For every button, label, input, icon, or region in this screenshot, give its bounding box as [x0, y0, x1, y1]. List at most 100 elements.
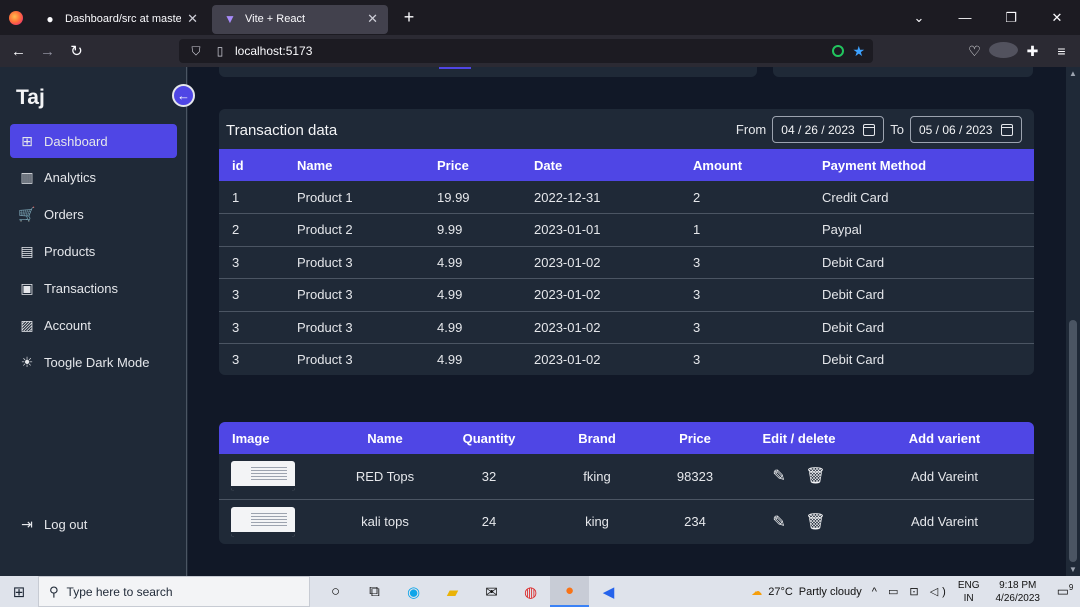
- top-card: [219, 67, 757, 77]
- sidebar-item-account[interactable]: ▨ Account: [10, 308, 177, 342]
- weather-widget[interactable]: ☁ 27°C Partly cloudy: [751, 585, 862, 599]
- column-header[interactable]: Amount: [680, 149, 809, 181]
- profile-icon[interactable]: [989, 41, 1018, 61]
- account-icon: ▨: [20, 316, 34, 333]
- tab-close-icon[interactable]: ✕: [187, 11, 198, 27]
- table-row[interactable]: 3 Product 3 4.99 2023-01-02 3 Debit Card: [219, 246, 1034, 279]
- column-header[interactable]: id: [219, 149, 284, 181]
- weather-icon: ☁: [751, 586, 763, 598]
- new-tab-button[interactable]: +: [394, 7, 424, 28]
- temperature: 27°C: [768, 585, 793, 598]
- table-row[interactable]: 1 Product 1 19.99 2022-12-31 2 Credit Ca…: [219, 181, 1034, 214]
- minimize-icon[interactable]: —: [942, 10, 988, 25]
- table-row[interactable]: 2 Product 2 9.99 2023-01-01 1 Paypal: [219, 213, 1034, 247]
- windows-start-icon[interactable]: ⊞: [0, 583, 38, 601]
- table-cell: 19.99: [424, 181, 521, 214]
- table-header-row: Image Name Quantity Brand Price Edit / d…: [219, 422, 1034, 454]
- column-header: Brand: [547, 422, 647, 454]
- sidebar-item-transactions[interactable]: ▣ Transactions: [10, 271, 177, 305]
- column-header: Add varient: [855, 422, 1034, 454]
- table-row[interactable]: 3 Product 3 4.99 2023-01-02 3 Debit Card: [219, 311, 1034, 344]
- table-cell: Product 1: [284, 181, 424, 214]
- taskbar-search[interactable]: ⚲ Type here to search: [38, 576, 310, 607]
- sidebar-item-dashboard[interactable]: ⊞ Dashboard: [10, 124, 177, 158]
- browser-tab-vite[interactable]: ▼ Vite + React ✕: [212, 4, 388, 34]
- reload-icon[interactable]: ↻: [62, 42, 91, 60]
- scroll-down-icon[interactable]: ▼: [1066, 565, 1080, 574]
- transactions-icon: ▣: [20, 279, 34, 296]
- page-info-icon[interactable]: ▯: [211, 44, 229, 58]
- forward-icon[interactable]: →: [33, 43, 62, 60]
- page-scrollbar[interactable]: ▲ ▼: [1066, 67, 1080, 576]
- task-view-icon[interactable]: ⧉: [355, 576, 394, 607]
- tray-icons[interactable]: ^ ▭ ⊡ ◁): [872, 585, 950, 598]
- product-brand: fking: [547, 454, 647, 500]
- chrome-icon[interactable]: ◍: [511, 576, 550, 607]
- to-date-input[interactable]: 05 / 06 / 2023: [910, 116, 1022, 143]
- add-variant-link[interactable]: Add Vareint: [855, 499, 1034, 544]
- scroll-up-icon[interactable]: ▲: [1066, 69, 1080, 78]
- url-bar[interactable]: ⛉ ▯ localhost:5173 ★: [179, 39, 873, 63]
- firefox-taskbar-icon[interactable]: ●: [550, 576, 589, 607]
- weather-text: Partly cloudy: [798, 585, 862, 598]
- notification-icon[interactable]: ▭9: [1050, 583, 1080, 599]
- table-row[interactable]: 3 Product 3 4.99 2023-01-02 3 Debit Card: [219, 343, 1034, 375]
- sidebar-item-products[interactable]: ▤ Products: [10, 234, 177, 268]
- scrollbar-thumb[interactable]: [1069, 320, 1077, 562]
- logout-button[interactable]: ⇥ Log out: [10, 507, 177, 541]
- edit-pencil-icon[interactable]: ✎: [772, 466, 785, 486]
- sidebar-item-label: Analytics: [44, 169, 97, 185]
- column-header[interactable]: Payment Method: [809, 149, 1034, 181]
- firefox-icon[interactable]: [0, 0, 32, 35]
- from-date-input[interactable]: 04 / 26 / 2023: [772, 116, 885, 143]
- edge-icon[interactable]: ◉: [394, 576, 433, 607]
- window-controls: ⌄ — ❐ ✕: [896, 0, 1080, 35]
- close-window-icon[interactable]: ✕: [1034, 10, 1080, 26]
- sidebar-item-analytics[interactable]: ▥ Analytics: [10, 160, 177, 194]
- product-name: kali tops: [339, 499, 431, 544]
- menu-icon[interactable]: ≡: [1047, 43, 1076, 59]
- file-explorer-icon[interactable]: ▰: [433, 576, 472, 607]
- pocket-icon[interactable]: ♡: [960, 43, 989, 60]
- product-thumbnail[interactable]: [231, 506, 295, 537]
- restore-icon[interactable]: ❐: [988, 10, 1034, 26]
- column-header[interactable]: Date: [521, 149, 680, 181]
- tab-close-icon[interactable]: ✕: [367, 11, 378, 27]
- back-icon[interactable]: ←: [4, 43, 33, 60]
- tab-list-icon[interactable]: ⌄: [896, 10, 942, 26]
- shield-icon[interactable]: ⛉: [187, 44, 205, 59]
- sidebar-item-orders[interactable]: 🛒 Orders: [10, 197, 177, 231]
- cortana-icon[interactable]: ○: [316, 576, 355, 607]
- tab-title: Vite + React: [245, 13, 306, 25]
- url-text[interactable]: localhost:5173: [235, 44, 312, 58]
- brand-title: Taj: [16, 86, 45, 109]
- calendar-icon[interactable]: [1001, 123, 1013, 136]
- calendar-icon[interactable]: [863, 123, 876, 136]
- column-header: Price: [647, 422, 743, 454]
- product-thumbnail[interactable]: [231, 461, 295, 492]
- to-label: To: [890, 122, 904, 137]
- add-variant-link[interactable]: Add Vareint: [855, 454, 1034, 500]
- browser-tab-github[interactable]: ● Dashboard/src at master · Hayat ✕: [32, 5, 208, 34]
- sidebar-item-label: Toogle Dark Mode: [44, 354, 150, 370]
- column-header[interactable]: Price: [424, 149, 521, 181]
- edit-pencil-icon[interactable]: ✎: [772, 512, 785, 532]
- github-icon: ●: [46, 12, 54, 26]
- sidebar-item-label: Orders: [44, 206, 84, 222]
- clock[interactable]: 9:18 PM 4/26/2023: [996, 579, 1041, 605]
- delete-trash-icon[interactable]: 🗑: [805, 466, 825, 486]
- logout-label: Log out: [44, 516, 88, 532]
- table-cell: Credit Card: [809, 181, 1034, 214]
- table-row[interactable]: 3 Product 3 4.99 2023-01-02 3 Debit Card: [219, 278, 1034, 312]
- extension-icon[interactable]: [832, 45, 845, 57]
- mail-icon[interactable]: ✉: [472, 576, 511, 607]
- vscode-icon[interactable]: ◀: [589, 576, 628, 607]
- extensions-icon[interactable]: ✚: [1018, 43, 1047, 60]
- collapse-sidebar-button[interactable]: ←: [172, 84, 195, 107]
- column-header[interactable]: Name: [284, 149, 424, 181]
- language-indicator[interactable]: ENG IN: [958, 579, 980, 605]
- sidebar-item-label: Products: [44, 243, 96, 259]
- sidebar-item-dark-mode[interactable]: ☀ Toogle Dark Mode: [10, 345, 177, 379]
- delete-trash-icon[interactable]: 🗑: [805, 512, 825, 532]
- bookmark-star-icon[interactable]: ★: [852, 43, 865, 60]
